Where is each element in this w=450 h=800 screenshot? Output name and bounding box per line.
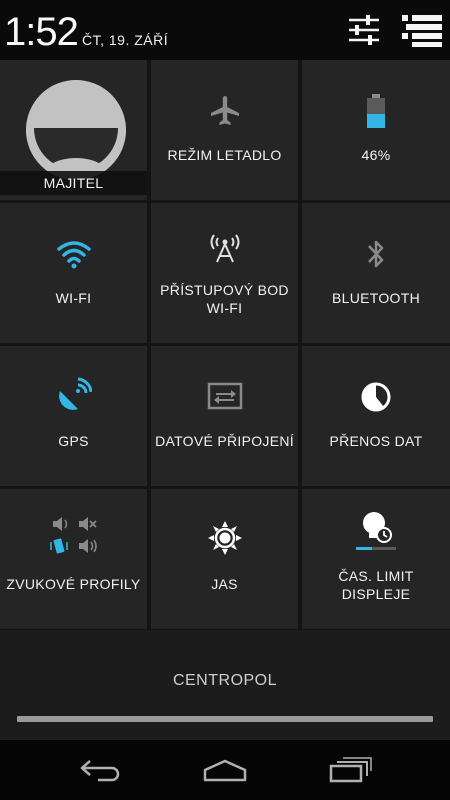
recents-icon[interactable] <box>320 750 380 790</box>
tile-gps-label: GPS <box>58 433 89 449</box>
wifi-icon <box>0 235 147 273</box>
tile-gps[interactable]: GPS <box>0 346 147 486</box>
hotspot-icon <box>151 229 298 267</box>
back-icon[interactable] <box>70 750 130 790</box>
notification-list-icon[interactable] <box>402 12 442 48</box>
tile-sound-profiles-label: ZVUKOVÉ PROFILY <box>6 576 141 592</box>
status-header: 1:52 ČT, 19. ZÁŘÍ <box>0 0 450 60</box>
navigation-bar <box>0 740 450 800</box>
tile-data-transfer[interactable]: PŘENOS DAT <box>302 346 450 486</box>
tile-hotspot-label-line1: PŘÍSTUPOVÝ BOD <box>160 282 289 298</box>
tile-data-connection-label: DATOVÉ PŘIPOJENÍ <box>155 433 294 449</box>
tile-brightness[interactable]: JAS <box>151 489 298 629</box>
tile-battery-label: 46% <box>361 147 391 163</box>
screen-timeout-icon <box>302 509 450 555</box>
tile-screen-timeout-label-line2: DISPLEJE <box>341 586 411 602</box>
tile-owner[interactable]: MAJITEL <box>0 60 147 200</box>
tile-airplane-label: REŽIM LETADLO <box>167 147 282 163</box>
tile-hotspot[interactable]: PŘÍSTUPOVÝ BOD WI-FI <box>151 203 298 343</box>
tile-screen-timeout-label: ČAS. LIMIT DISPLEJE <box>304 567 448 603</box>
home-icon[interactable] <box>195 750 255 790</box>
tile-airplane-mode[interactable]: REŽIM LETADLO <box>151 60 298 200</box>
battery-icon <box>302 92 450 130</box>
tile-data-connection[interactable]: DATOVÉ PŘIPOJENÍ <box>151 346 298 486</box>
quick-settings-panel: MAJITEL REŽIM LETADLO 46% WI-FI PŘÍSTUPO… <box>0 60 450 630</box>
tile-hotspot-label: PŘÍSTUPOVÝ BOD WI-FI <box>153 281 296 317</box>
tile-owner-label: MAJITEL <box>43 175 104 191</box>
tile-hotspot-label-line2: WI-FI <box>206 300 243 316</box>
tile-screen-timeout[interactable]: ČAS. LIMIT DISPLEJE <box>302 489 450 629</box>
airplane-icon <box>151 92 298 130</box>
panel-drag-handle[interactable] <box>17 716 433 722</box>
tile-wifi[interactable]: WI-FI <box>0 203 147 343</box>
tile-screen-timeout-label-line1: ČAS. LIMIT <box>338 568 414 584</box>
sound-profiles-icon <box>0 513 147 557</box>
tile-data-transfer-label: PŘENOS DAT <box>329 433 423 449</box>
tile-brightness-label: JAS <box>211 576 238 592</box>
brightness-icon <box>151 519 298 557</box>
carrier-label: CENTROPOL <box>172 672 278 689</box>
data-connection-icon <box>151 378 298 416</box>
tile-wifi-label: WI-FI <box>55 290 92 306</box>
tile-sound-profiles[interactable]: ZVUKOVÉ PROFILY <box>0 489 147 629</box>
tile-bluetooth-label: BLUETOOTH <box>331 290 420 306</box>
tile-battery[interactable]: 46% <box>302 60 450 200</box>
settings-sliders-icon[interactable] <box>346 12 382 48</box>
avatar <box>26 80 126 180</box>
data-transfer-icon <box>302 378 450 416</box>
clock[interactable]: 1:52 <box>4 8 79 56</box>
tile-bluetooth[interactable]: BLUETOOTH <box>302 203 450 343</box>
bluetooth-icon <box>302 235 450 273</box>
date[interactable]: ČT, 19. ZÁŘÍ <box>82 32 168 48</box>
gps-icon <box>0 376 147 414</box>
